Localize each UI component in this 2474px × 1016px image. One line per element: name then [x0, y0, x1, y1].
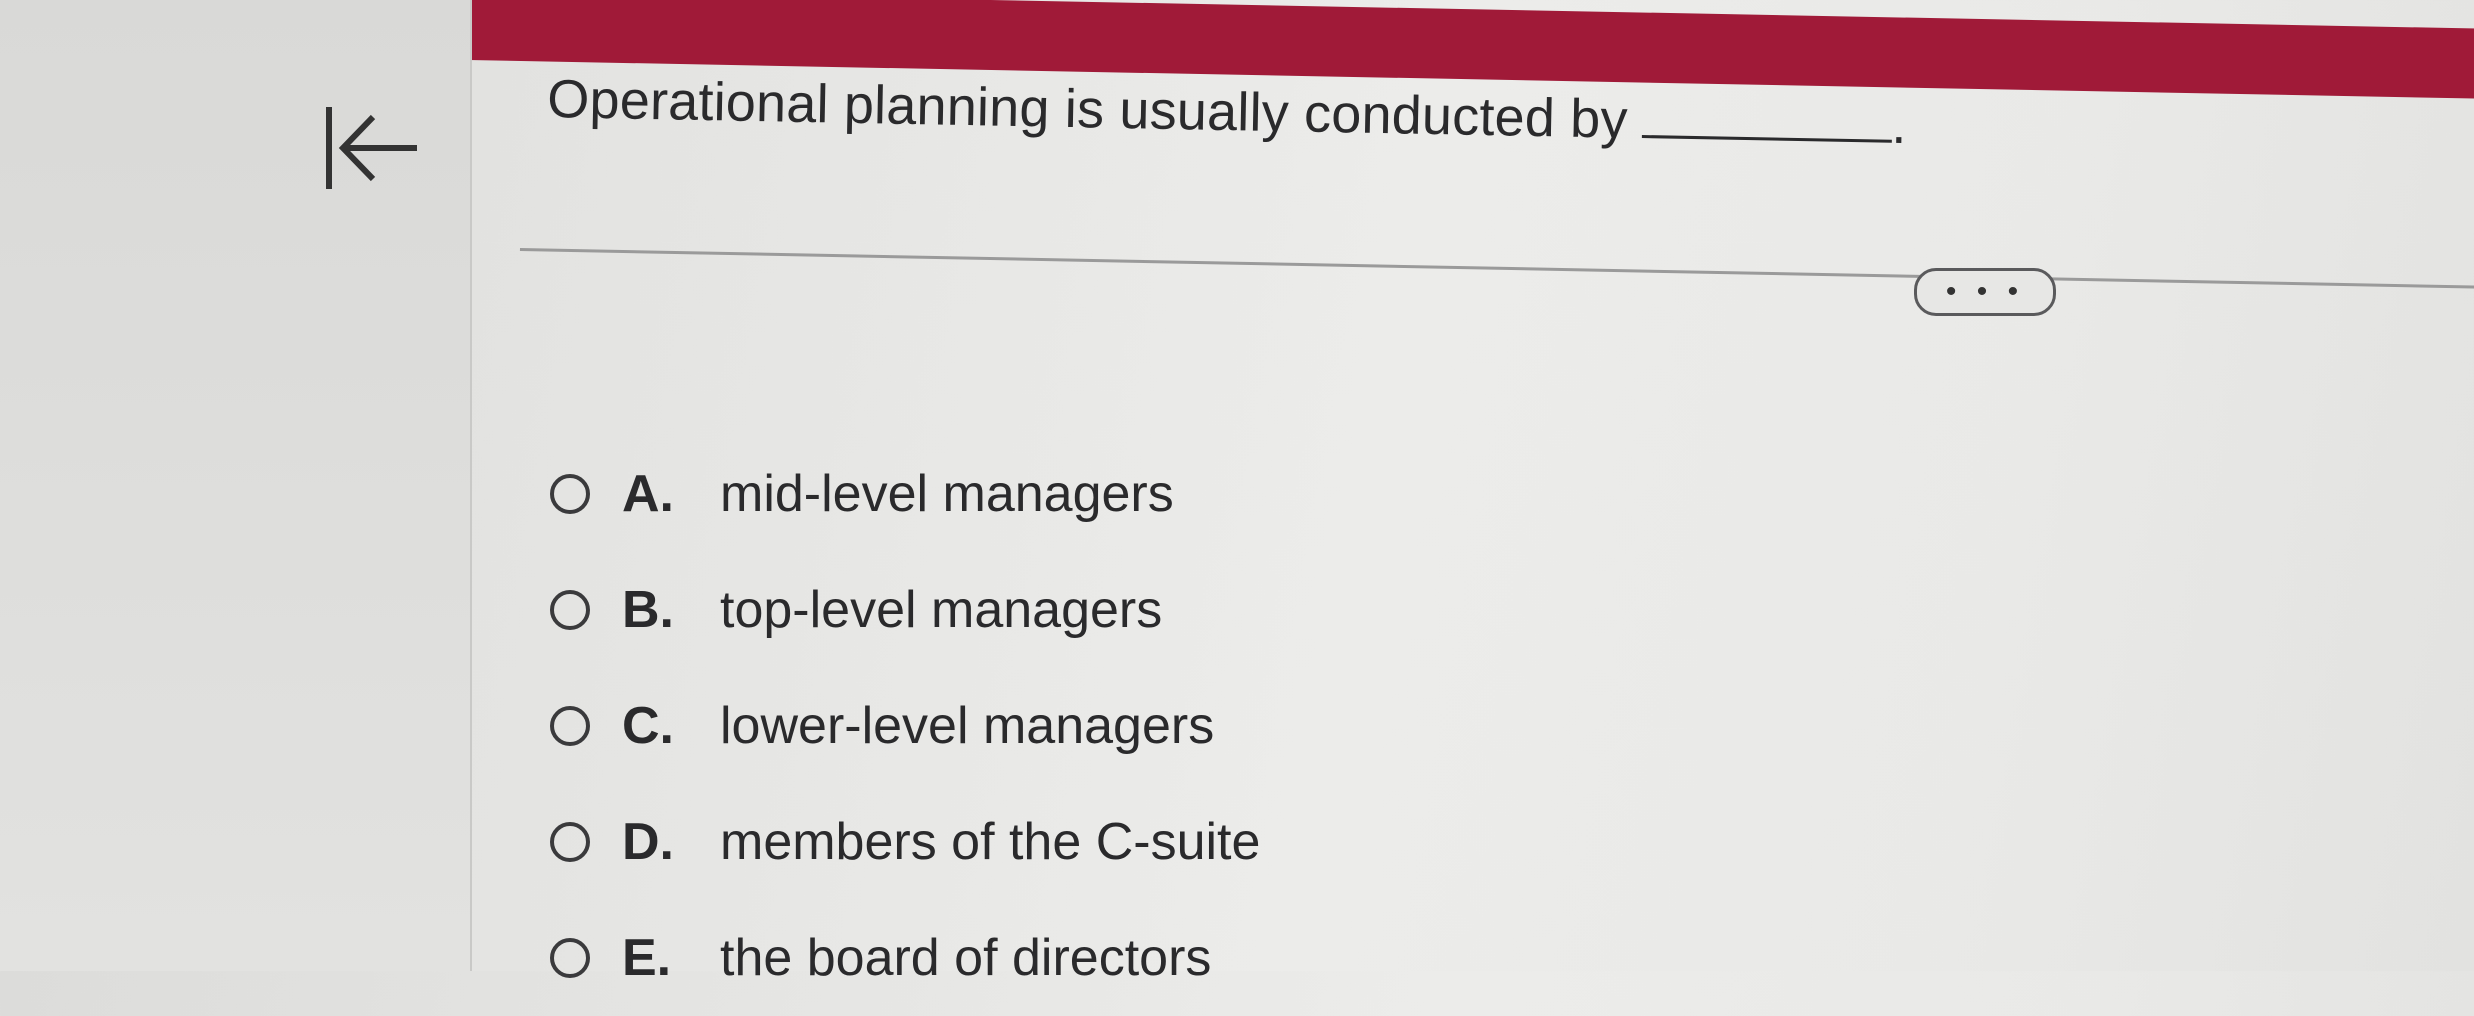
option-letter: B.	[622, 581, 674, 639]
option-a[interactable]: A. mid-level managers	[550, 436, 1260, 552]
option-letter: C.	[622, 697, 674, 755]
radio-button[interactable]	[550, 474, 590, 514]
option-d[interactable]: D. members of the C-suite	[550, 784, 1260, 900]
radio-button[interactable]	[550, 822, 590, 862]
option-c[interactable]: C. lower-level managers	[550, 668, 1260, 784]
back-to-start-button[interactable]	[310, 88, 430, 208]
option-letter: E.	[622, 929, 672, 987]
option-letter: D.	[622, 813, 674, 871]
question-prefix: Operational planning is usually conducte…	[546, 68, 1629, 150]
radio-button[interactable]	[550, 706, 590, 746]
option-text: lower-level managers	[720, 697, 1215, 755]
radio-button[interactable]	[550, 590, 590, 630]
left-panel	[0, 0, 472, 971]
option-b[interactable]: B. top-level managers	[550, 552, 1260, 668]
question-panel: Operational planning is usually conducte…	[470, 0, 2474, 987]
question-text: Operational planning is usually conducte…	[547, 68, 1908, 156]
answer-options: A. mid-level managers B. top-level manag…	[550, 436, 1260, 1016]
option-text: the board of directors	[720, 929, 1212, 987]
question-suffix: .	[1891, 94, 1908, 156]
option-text: members of the C-suite	[720, 813, 1261, 871]
expand-more-button[interactable]: • • •	[1914, 268, 2056, 316]
option-letter: A.	[622, 465, 674, 523]
back-to-start-icon	[326, 107, 417, 189]
radio-button[interactable]	[550, 938, 590, 978]
option-e[interactable]: E. the board of directors	[550, 900, 1260, 1016]
option-text: mid-level managers	[720, 465, 1174, 523]
answer-blank	[1641, 95, 1893, 143]
divider	[519, 248, 2474, 290]
option-text: top-level managers	[720, 581, 1163, 639]
